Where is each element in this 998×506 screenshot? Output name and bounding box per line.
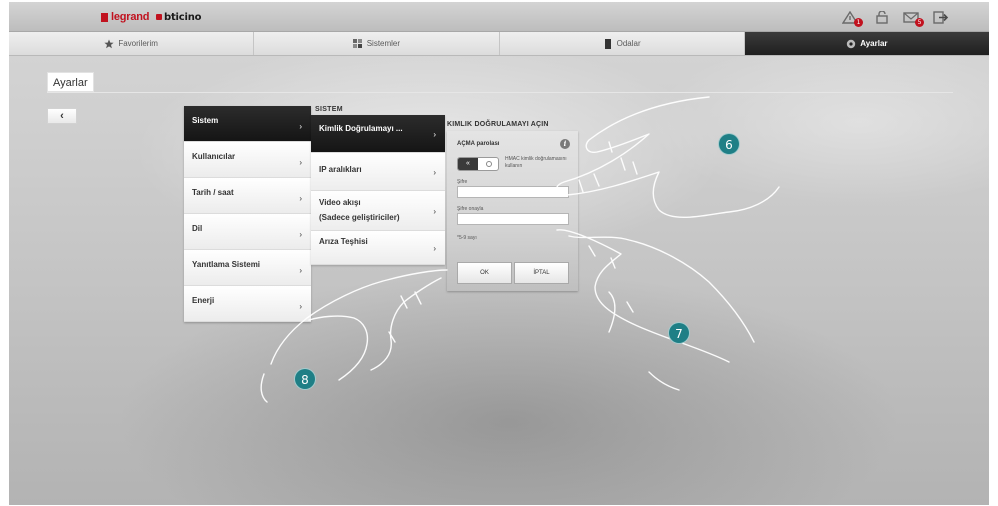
chevron-right-icon: ›	[299, 194, 302, 203]
password-field[interactable]	[457, 186, 569, 198]
tab-ayarlar[interactable]: Ayarlar	[744, 32, 989, 55]
info-icon[interactable]: i	[560, 139, 570, 149]
mail-badge: 5	[915, 18, 924, 27]
menu-item-label: Enerji	[192, 296, 215, 305]
star-icon	[104, 39, 114, 49]
bticino-logo-text: bticino	[164, 11, 202, 23]
menu-item-tarih-saat[interactable]: Tarih / saat ›	[184, 178, 311, 214]
submenu-item-label: Video akışı	[319, 198, 361, 207]
system-submenu: Kimlik Doğrulamayı ... › IP aralıkları ›…	[311, 115, 445, 265]
tab-odalar[interactable]: Odalar	[500, 32, 745, 55]
menu-item-label: Tarih / saat	[192, 188, 234, 197]
alarm-badge: 1	[854, 18, 863, 27]
toggle-knob: «	[458, 158, 478, 170]
tab-favorilerim[interactable]: Favorilerim	[9, 32, 255, 55]
password-confirm-label: Şifre onayla	[457, 206, 484, 212]
hmac-label: HMAC kimlik doğrulamasını kullanın	[505, 156, 567, 169]
app-window: legrand bticino 1 5 Favorilerim Sistemle	[9, 2, 989, 505]
hand-finger-line	[588, 245, 634, 313]
hand-finger-line	[578, 173, 600, 193]
submenu-item-video-akisi[interactable]: Video akışı (Sadece geliştiriciler) ›	[311, 191, 445, 231]
auth-panel: AÇMA parolası i « HMAC kimlik doğrulamas…	[447, 131, 578, 291]
legrand-logo-mark	[101, 12, 108, 22]
password-field-label: Şifre	[457, 179, 468, 185]
tab-label: Sistemler	[366, 39, 401, 48]
tab-label: Favorilerim	[118, 39, 158, 48]
auth-panel-title: KIMLIK DOĞRULAMAYI AÇIN	[447, 121, 549, 128]
door-icon	[603, 38, 613, 49]
submenu-item-label: Arıza Teşhisi	[319, 237, 368, 246]
top-bar: legrand bticino 1 5	[9, 2, 989, 32]
chevron-left-icon: ‹	[60, 110, 64, 122]
lock-icon[interactable]	[874, 10, 890, 24]
toggle-off-indicator-icon	[486, 161, 492, 167]
hand-outline-7	[556, 229, 755, 391]
chevron-right-icon: ›	[299, 158, 302, 167]
legrand-logo-text: legrand	[111, 11, 150, 23]
settings-menu: Sistem › Kullanıcılar › Tarih / saat › D…	[184, 106, 311, 322]
submenu-title: SISTEM	[315, 106, 343, 113]
submenu-item-kimlik-dogrulama[interactable]: Kimlik Doğrulamayı ... ›	[311, 115, 445, 153]
hand-outline-6	[555, 96, 780, 218]
alarm-warning-icon[interactable]: 1	[841, 10, 863, 27]
auth-button-row: OK İPTAL	[457, 262, 569, 284]
password-hint: *5-9 sayı	[457, 235, 477, 241]
menu-item-label: Sistem	[192, 116, 219, 125]
tab-label: Ayarlar	[860, 39, 888, 48]
hmac-toggle[interactable]: «	[457, 157, 499, 171]
chevron-right-icon: ›	[299, 122, 302, 131]
step-8-badge: 8	[294, 368, 316, 390]
logout-icon[interactable]	[933, 11, 949, 24]
menu-item-label: Dil	[192, 224, 203, 233]
gear-icon	[846, 39, 856, 49]
chevron-right-icon: ›	[433, 129, 436, 139]
back-button[interactable]: ‹	[47, 108, 77, 124]
password-section-label: AÇMA parolası	[457, 141, 500, 147]
chevron-right-icon: ›	[299, 266, 302, 275]
menu-item-enerji[interactable]: Enerji ›	[184, 286, 311, 322]
menu-item-yanitlama-sistemi[interactable]: Yanıtlama Sistemi ›	[184, 250, 311, 286]
ok-button[interactable]: OK	[457, 262, 512, 284]
menu-item-label: Kullanıcılar	[192, 152, 236, 161]
submenu-item-sublabel: (Sadece geliştiriciler)	[319, 213, 400, 222]
menu-item-sistem[interactable]: Sistem ›	[184, 106, 311, 142]
main-tabs: Favorilerim Sistemler Odalar Ayarlar	[9, 32, 989, 56]
menu-item-dil[interactable]: Dil ›	[184, 214, 311, 250]
chevron-right-icon: ›	[433, 206, 436, 216]
cancel-button[interactable]: İPTAL	[514, 262, 569, 284]
legrand-logo: legrand	[101, 10, 150, 24]
menu-item-kullanicilar[interactable]: Kullanıcılar ›	[184, 142, 311, 178]
hand-finger-line	[608, 141, 638, 175]
hand-finger-line	[388, 291, 422, 343]
submenu-item-label: IP aralıkları	[319, 165, 362, 174]
submenu-item-ip-araliklari[interactable]: IP aralıkları ›	[311, 153, 445, 191]
chevron-right-icon: ›	[299, 230, 302, 239]
tab-sistemler[interactable]: Sistemler	[254, 32, 500, 55]
submenu-item-label: Kimlik Doğrulamayı ...	[319, 124, 403, 133]
grid-icon	[352, 38, 363, 49]
submenu-item-ariza-teshisi[interactable]: Arıza Teşhisi ›	[311, 231, 445, 265]
tab-label: Odalar	[616, 39, 641, 48]
password-confirm-field[interactable]	[457, 213, 569, 225]
bticino-logo-mark	[156, 14, 162, 20]
title-divider	[47, 92, 953, 93]
mail-icon[interactable]: 5	[903, 11, 924, 27]
chevron-right-icon: ›	[433, 243, 436, 253]
menu-item-label: Yanıtlama Sistemi	[192, 260, 261, 269]
chevron-right-icon: ›	[433, 167, 436, 177]
step-6-badge: 6	[718, 133, 740, 155]
page-title: Ayarlar	[47, 72, 94, 92]
bticino-logo: bticino	[156, 10, 202, 24]
chevron-right-icon: ›	[299, 302, 302, 311]
step-7-badge: 7	[668, 322, 690, 344]
